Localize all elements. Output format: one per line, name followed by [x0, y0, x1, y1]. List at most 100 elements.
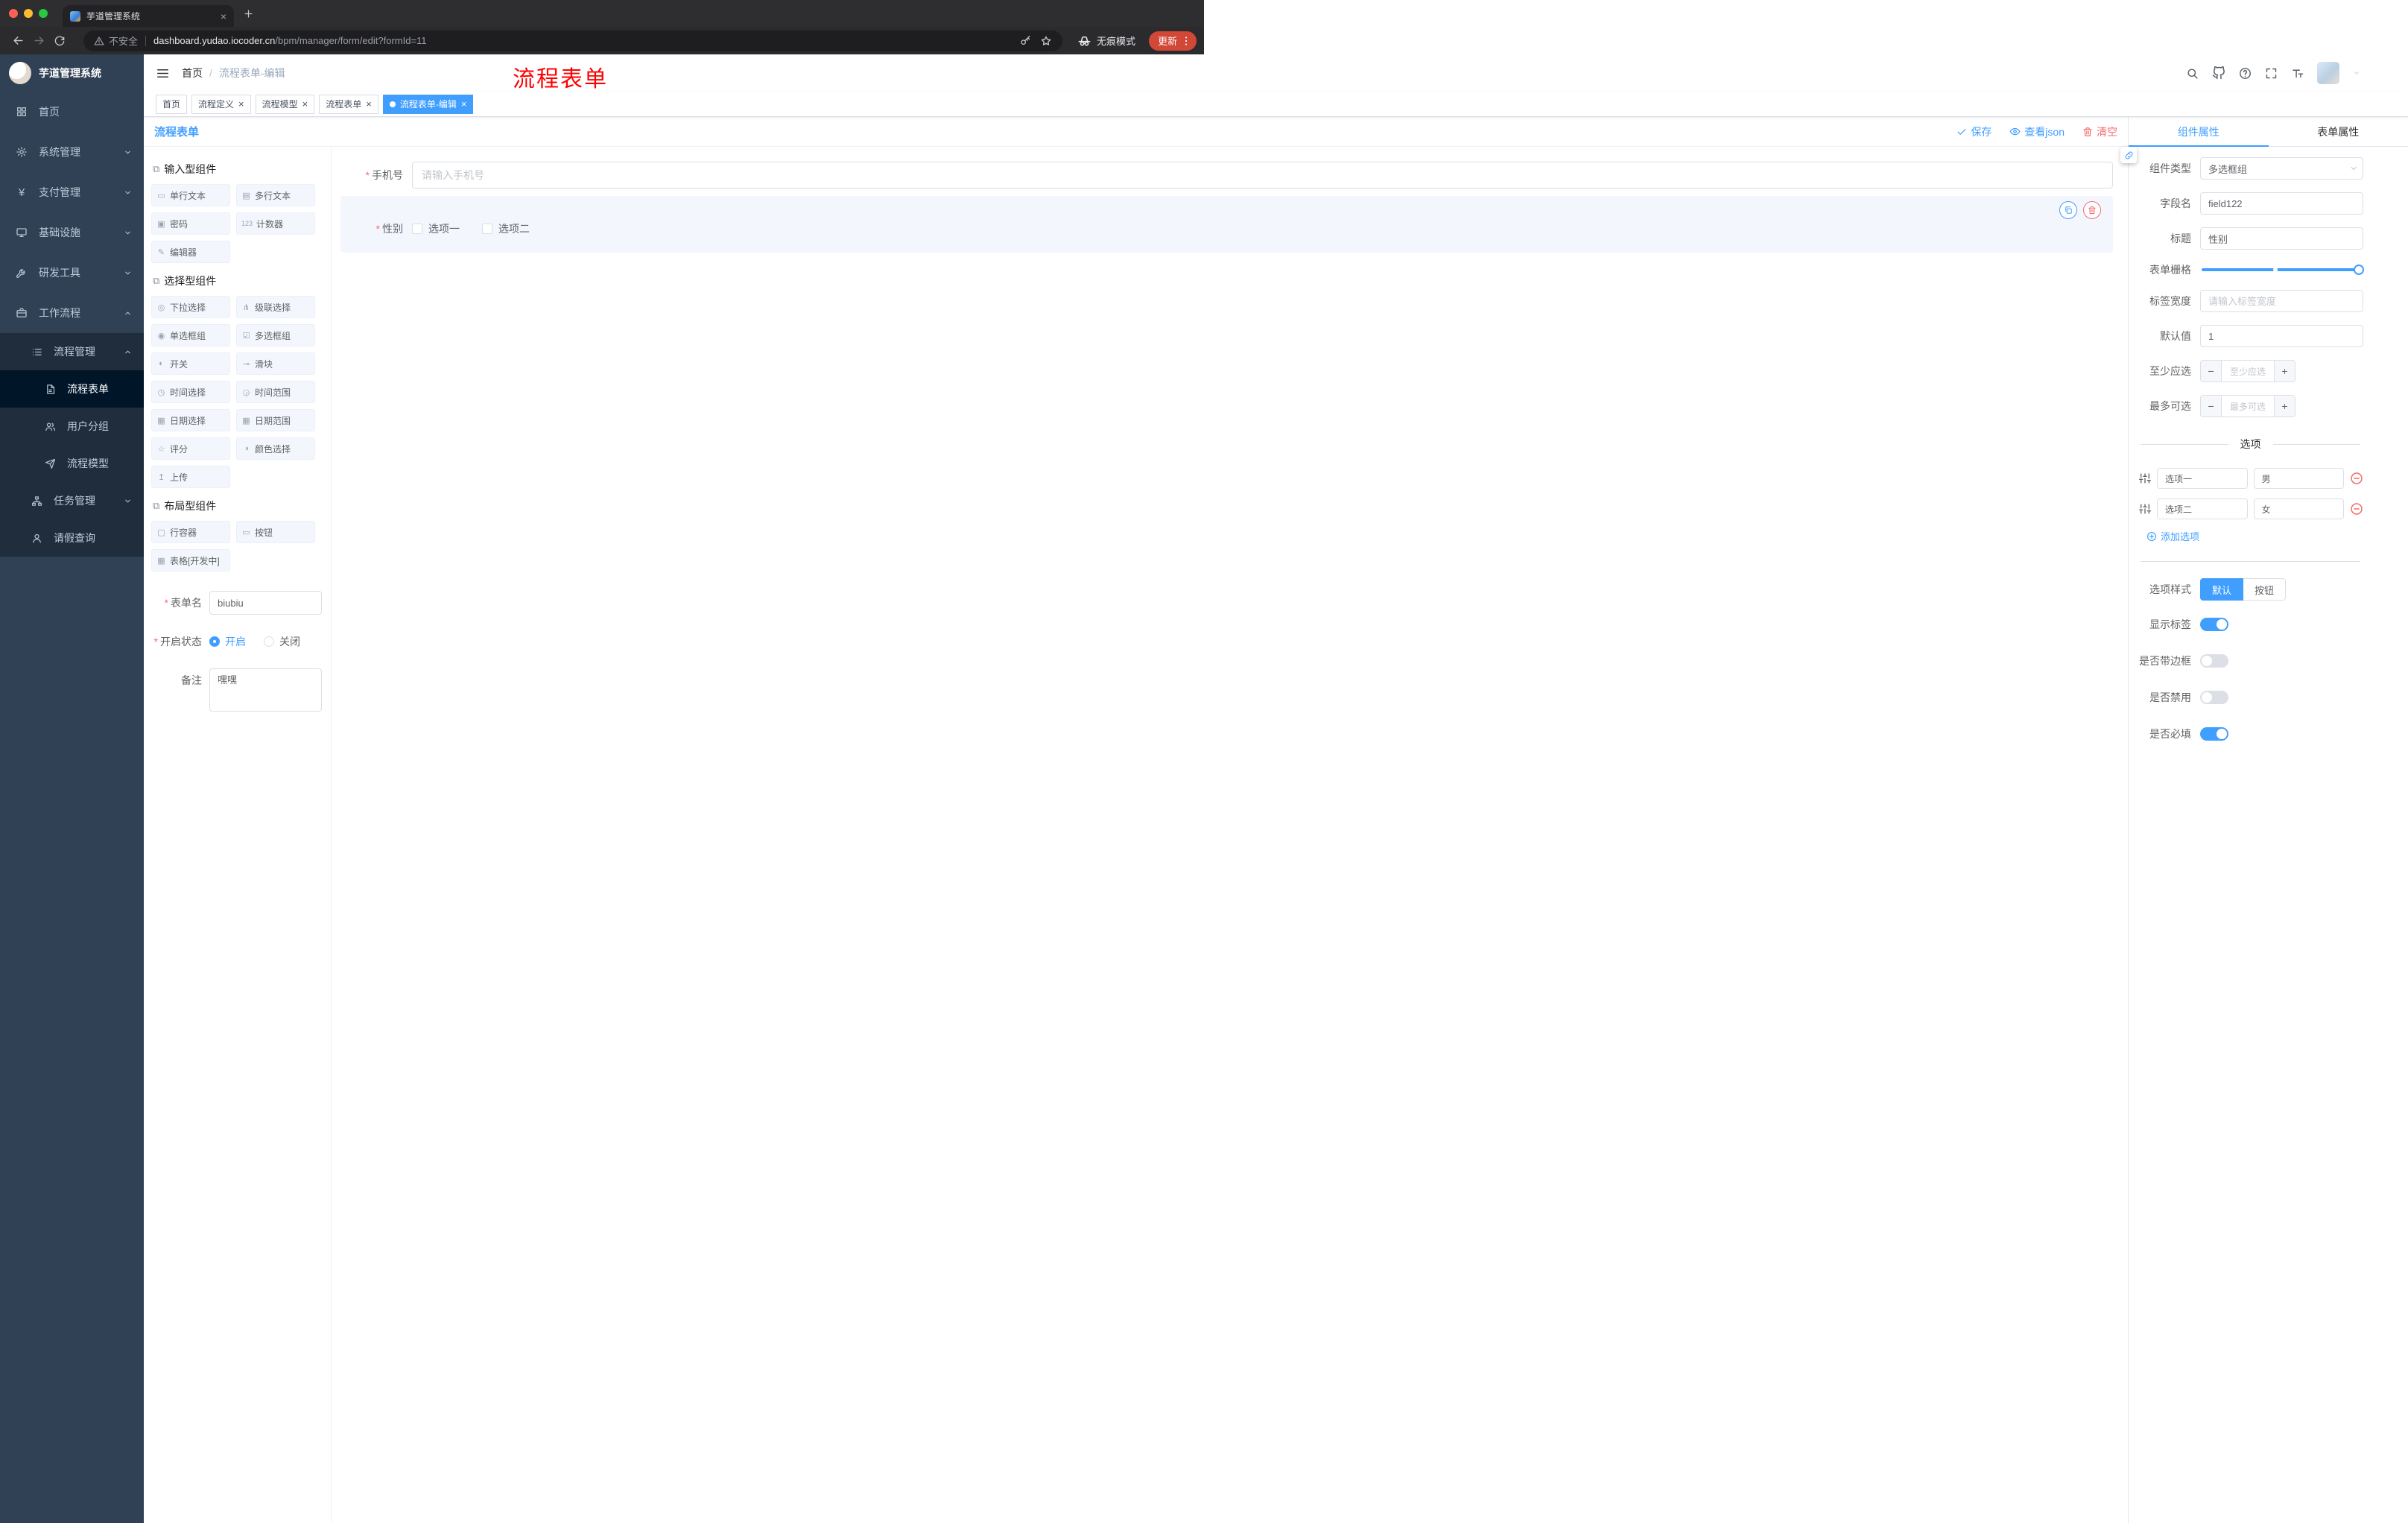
option-label-input[interactable] [2157, 498, 2248, 519]
palette-item-select[interactable]: ◎ 下拉选择 [151, 296, 230, 318]
gender-option-1-checkbox[interactable]: 选项一 [412, 221, 460, 236]
option-label-input[interactable] [2157, 468, 2248, 489]
label-width-input[interactable] [2200, 290, 2363, 312]
user-avatar[interactable] [2317, 62, 2339, 84]
forward-button[interactable] [28, 31, 49, 51]
increase-button[interactable]: + [2274, 396, 2295, 417]
option-value-input[interactable] [2253, 468, 2344, 489]
github-icon[interactable] [2212, 66, 2225, 80]
palette-item-rate[interactable]: ☆ 评分 [151, 437, 230, 460]
sidebar-item-user-group[interactable]: 用户分组 [0, 408, 144, 445]
disabled-switch[interactable] [2200, 691, 2228, 704]
back-button[interactable] [7, 31, 28, 51]
clear-button[interactable]: 清空 [2082, 124, 2117, 139]
phone-input[interactable] [412, 162, 2113, 189]
copy-field-button[interactable] [2059, 201, 2077, 219]
link-button[interactable] [2120, 147, 2137, 163]
palette-item-checkbox-group[interactable]: ☑ 多选框组 [236, 324, 315, 346]
remove-option-icon[interactable] [2350, 502, 2363, 516]
tag-process-form-edit[interactable]: 流程表单-编辑 × [382, 94, 474, 114]
avatar-caret-icon[interactable] [2353, 69, 2360, 77]
form-name-input[interactable] [209, 591, 322, 615]
minimize-window-button[interactable] [24, 9, 33, 18]
new-tab-button[interactable] [243, 8, 254, 19]
menu-dots-icon[interactable] [1180, 35, 1192, 47]
component-type-select[interactable]: 多选框组 [2200, 157, 2363, 180]
sidebar-item-system[interactable]: 系统管理 [0, 132, 144, 172]
palette-item-table[interactable]: ▦ 表格[开发中] [151, 549, 230, 571]
style-default-button[interactable]: 默认 [2200, 578, 2244, 601]
sidebar-item-infrastructure[interactable]: 基础设施 [0, 212, 144, 253]
form-remark-textarea[interactable]: 嘿嘿 [209, 668, 322, 712]
sidebar-item-task-management[interactable]: 任务管理 [0, 482, 144, 519]
required-switch[interactable] [2200, 727, 2228, 741]
tag-process-definition[interactable]: 流程定义 × [191, 94, 251, 114]
zoom-window-button[interactable] [39, 9, 48, 18]
palette-item-date-picker[interactable]: ▦ 日期选择 [151, 409, 230, 431]
palette-item-single-line-text[interactable]: ▭ 单行文本 [151, 184, 230, 206]
palette-item-row-container[interactable]: ▢ 行容器 [151, 521, 230, 543]
sidebar-item-workflow[interactable]: 工作流程 [0, 293, 144, 333]
sidebar-item-devtools[interactable]: 研发工具 [0, 253, 144, 293]
sidebar-item-payment[interactable]: ¥ 支付管理 [0, 172, 144, 212]
palette-item-radio-group[interactable]: ◉ 单选框组 [151, 324, 230, 346]
form-field-gender[interactable]: * 性别 选项一 选项二 [340, 196, 2113, 253]
bookmark-star-icon[interactable] [1040, 35, 1052, 47]
palette-item-multi-line-text[interactable]: ▤ 多行文本 [236, 184, 315, 206]
palette-item-time-range[interactable]: ◶ 时间范围 [236, 381, 315, 403]
palette-item-slider[interactable]: ⊸ 滑块 [236, 352, 315, 375]
style-button-button[interactable]: 按钮 [2243, 578, 2287, 601]
tab-component-props[interactable]: 组件属性 [2129, 117, 2269, 147]
palette-item-editor[interactable]: ✎ 编辑器 [151, 241, 230, 263]
sidebar-logo[interactable]: 芋道管理系统 [0, 54, 144, 92]
decrease-button[interactable]: − [2201, 396, 2222, 417]
max-select-value[interactable]: 最多可选 [2222, 396, 2274, 417]
search-icon[interactable] [2186, 67, 2199, 80]
warning-icon[interactable] [94, 36, 104, 46]
form-canvas[interactable]: *手机号 *性别 选项一 [332, 147, 2128, 1523]
url-path[interactable]: /bpm/manager/form/edit?formId=11 [275, 35, 426, 46]
drag-handle-icon[interactable] [2139, 472, 2151, 484]
gender-option-2-checkbox[interactable]: 选项二 [482, 221, 530, 236]
drag-handle-icon[interactable] [2139, 503, 2151, 515]
palette-item-time-picker[interactable]: ◷ 时间选择 [151, 381, 230, 403]
remove-option-icon[interactable] [2350, 472, 2363, 485]
close-window-button[interactable] [9, 9, 18, 18]
sidebar-item-leave-query[interactable]: 请假查询 [0, 519, 144, 557]
browser-tab[interactable]: 芋道管理系统 × [63, 5, 234, 27]
tag-close-icon[interactable]: × [461, 99, 467, 109]
increase-button[interactable]: + [2274, 361, 2295, 381]
border-switch[interactable] [2200, 654, 2228, 668]
delete-field-button[interactable] [2083, 201, 2101, 219]
form-field-phone[interactable]: * 手机号 [340, 162, 2113, 189]
address-bar[interactable]: 不安全 dashboard.yudao.iocoder.cn /bpm/mana… [83, 30, 1062, 51]
add-option-button[interactable]: 添加选项 [2146, 529, 2363, 543]
view-json-button[interactable]: 查看json [2009, 124, 2065, 139]
font-size-icon[interactable] [2291, 67, 2304, 80]
hamburger-icon[interactable] [156, 66, 170, 80]
palette-item-button[interactable]: ▭ 按钮 [236, 521, 315, 543]
help-icon[interactable] [2239, 67, 2252, 80]
tag-close-icon[interactable]: × [238, 99, 244, 109]
show-label-switch[interactable] [2200, 618, 2228, 631]
update-button[interactable]: 更新 [1148, 31, 1197, 51]
tag-process-form[interactable]: 流程表单 × [319, 94, 378, 114]
tab-form-props[interactable]: 表单属性 [2269, 117, 2408, 146]
security-label[interactable]: 不安全 [109, 34, 138, 48]
slider-handle[interactable] [2354, 265, 2364, 275]
palette-item-password[interactable]: ▣ 密码 [151, 212, 230, 235]
reload-button[interactable] [49, 31, 70, 51]
palette-item-date-range[interactable]: ▦ 日期范围 [236, 409, 315, 431]
url-domain[interactable]: dashboard.yudao.iocoder.cn [153, 35, 275, 46]
breadcrumb-home[interactable]: 首页 [182, 66, 203, 80]
tab-close-icon[interactable]: × [221, 11, 226, 22]
tag-close-icon[interactable]: × [366, 99, 372, 109]
tag-process-model[interactable]: 流程模型 × [255, 94, 315, 114]
save-button[interactable]: 保存 [1956, 124, 1992, 139]
palette-item-counter[interactable]: 123 计数器 [236, 212, 315, 235]
decrease-button[interactable]: − [2201, 361, 2222, 381]
field-name-input[interactable] [2200, 192, 2363, 215]
tag-close-icon[interactable]: × [302, 99, 308, 109]
min-select-value[interactable]: 至少应选 [2222, 361, 2274, 381]
palette-item-switch[interactable]: ◐ 开关 [151, 352, 230, 375]
